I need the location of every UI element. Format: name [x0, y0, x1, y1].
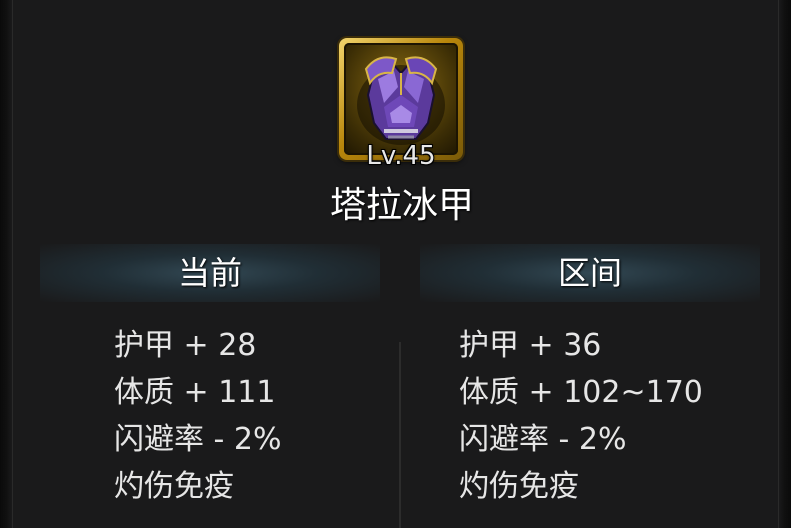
range-stat-burn-immunity: 灼伤免疫 [459, 469, 579, 504]
range-stat-armor: 护甲 + 36 [459, 328, 602, 363]
current-stat-constitution: 体质 + 111 [114, 375, 276, 410]
range-stat-dodge: 闪避率 - 2% [459, 422, 627, 457]
current-column-header: 当前 [40, 244, 380, 302]
panel-left-border [0, 0, 13, 528]
item-tooltip-panel: Lv.45 塔拉冰甲 当前 区间 护甲 + 28 体质 + 111 闪避率 - … [0, 0, 791, 528]
range-column-label: 区间 [557, 254, 622, 292]
current-stat-armor: 护甲 + 28 [114, 328, 257, 363]
current-stat-burn-immunity: 灼伤免疫 [114, 469, 234, 504]
range-column-header: 区间 [420, 244, 760, 302]
current-stats-list: 护甲 + 28 体质 + 111 闪避率 - 2% 灼伤免疫 [114, 322, 282, 510]
item-name: 塔拉冰甲 [329, 185, 474, 226]
item-level-label: Lv.45 [366, 141, 436, 171]
range-stat-constitution: 体质 + 102~170 [459, 375, 703, 410]
current-stat-dodge: 闪避率 - 2% [114, 422, 282, 457]
current-column-label: 当前 [177, 254, 242, 292]
range-stats-list: 护甲 + 36 体质 + 102~170 闪避率 - 2% 灼伤免疫 [459, 322, 703, 510]
column-divider [399, 342, 401, 528]
panel-right-border [778, 0, 791, 528]
